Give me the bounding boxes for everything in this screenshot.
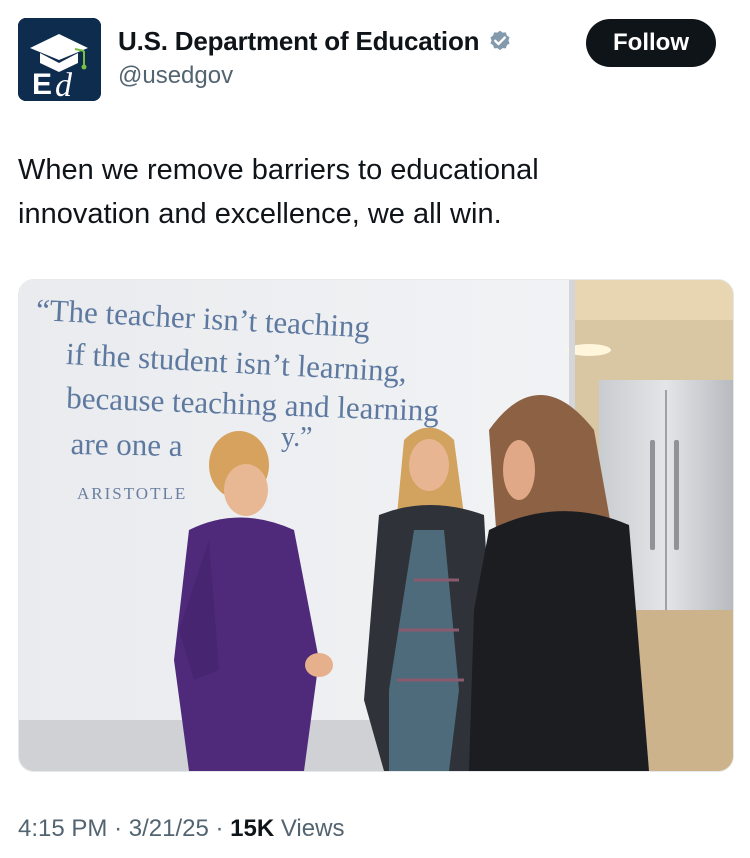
- views-count: 15K: [230, 815, 275, 842]
- tweet-photo[interactable]: “The teacher isn’t teaching if the stude…: [18, 279, 734, 772]
- meta-separator: ·: [114, 815, 123, 842]
- tweet-time[interactable]: 4:15 PM: [18, 815, 107, 842]
- meta-separator: ·: [215, 815, 224, 842]
- verified-badge-icon[interactable]: [487, 29, 513, 55]
- account-display-name[interactable]: U.S. Department of Education: [118, 26, 480, 57]
- svg-text:E: E: [32, 68, 52, 101]
- views-label: Views: [280, 815, 345, 842]
- account-handle[interactable]: @usedgov: [118, 62, 233, 90]
- tweet-date[interactable]: 3/21/25: [129, 815, 209, 842]
- wall-quote-author: ARISTOTLE: [77, 484, 188, 503]
- tweet-text: When we remove barriers to educational i…: [18, 154, 539, 230]
- wall-quote-tail: y.”: [281, 422, 313, 453]
- tweet-meta: 4:15 PM · 3/21/25 · 15K Views: [18, 815, 344, 843]
- follow-button[interactable]: Follow: [586, 19, 716, 67]
- wall-quote-line-4: are one a: [70, 426, 183, 463]
- svg-text:d: d: [55, 67, 73, 101]
- ed-cap-logo-icon: E d: [18, 18, 101, 101]
- account-name-row: U.S. Department of Education: [118, 26, 513, 57]
- account-avatar[interactable]: E d: [18, 18, 101, 101]
